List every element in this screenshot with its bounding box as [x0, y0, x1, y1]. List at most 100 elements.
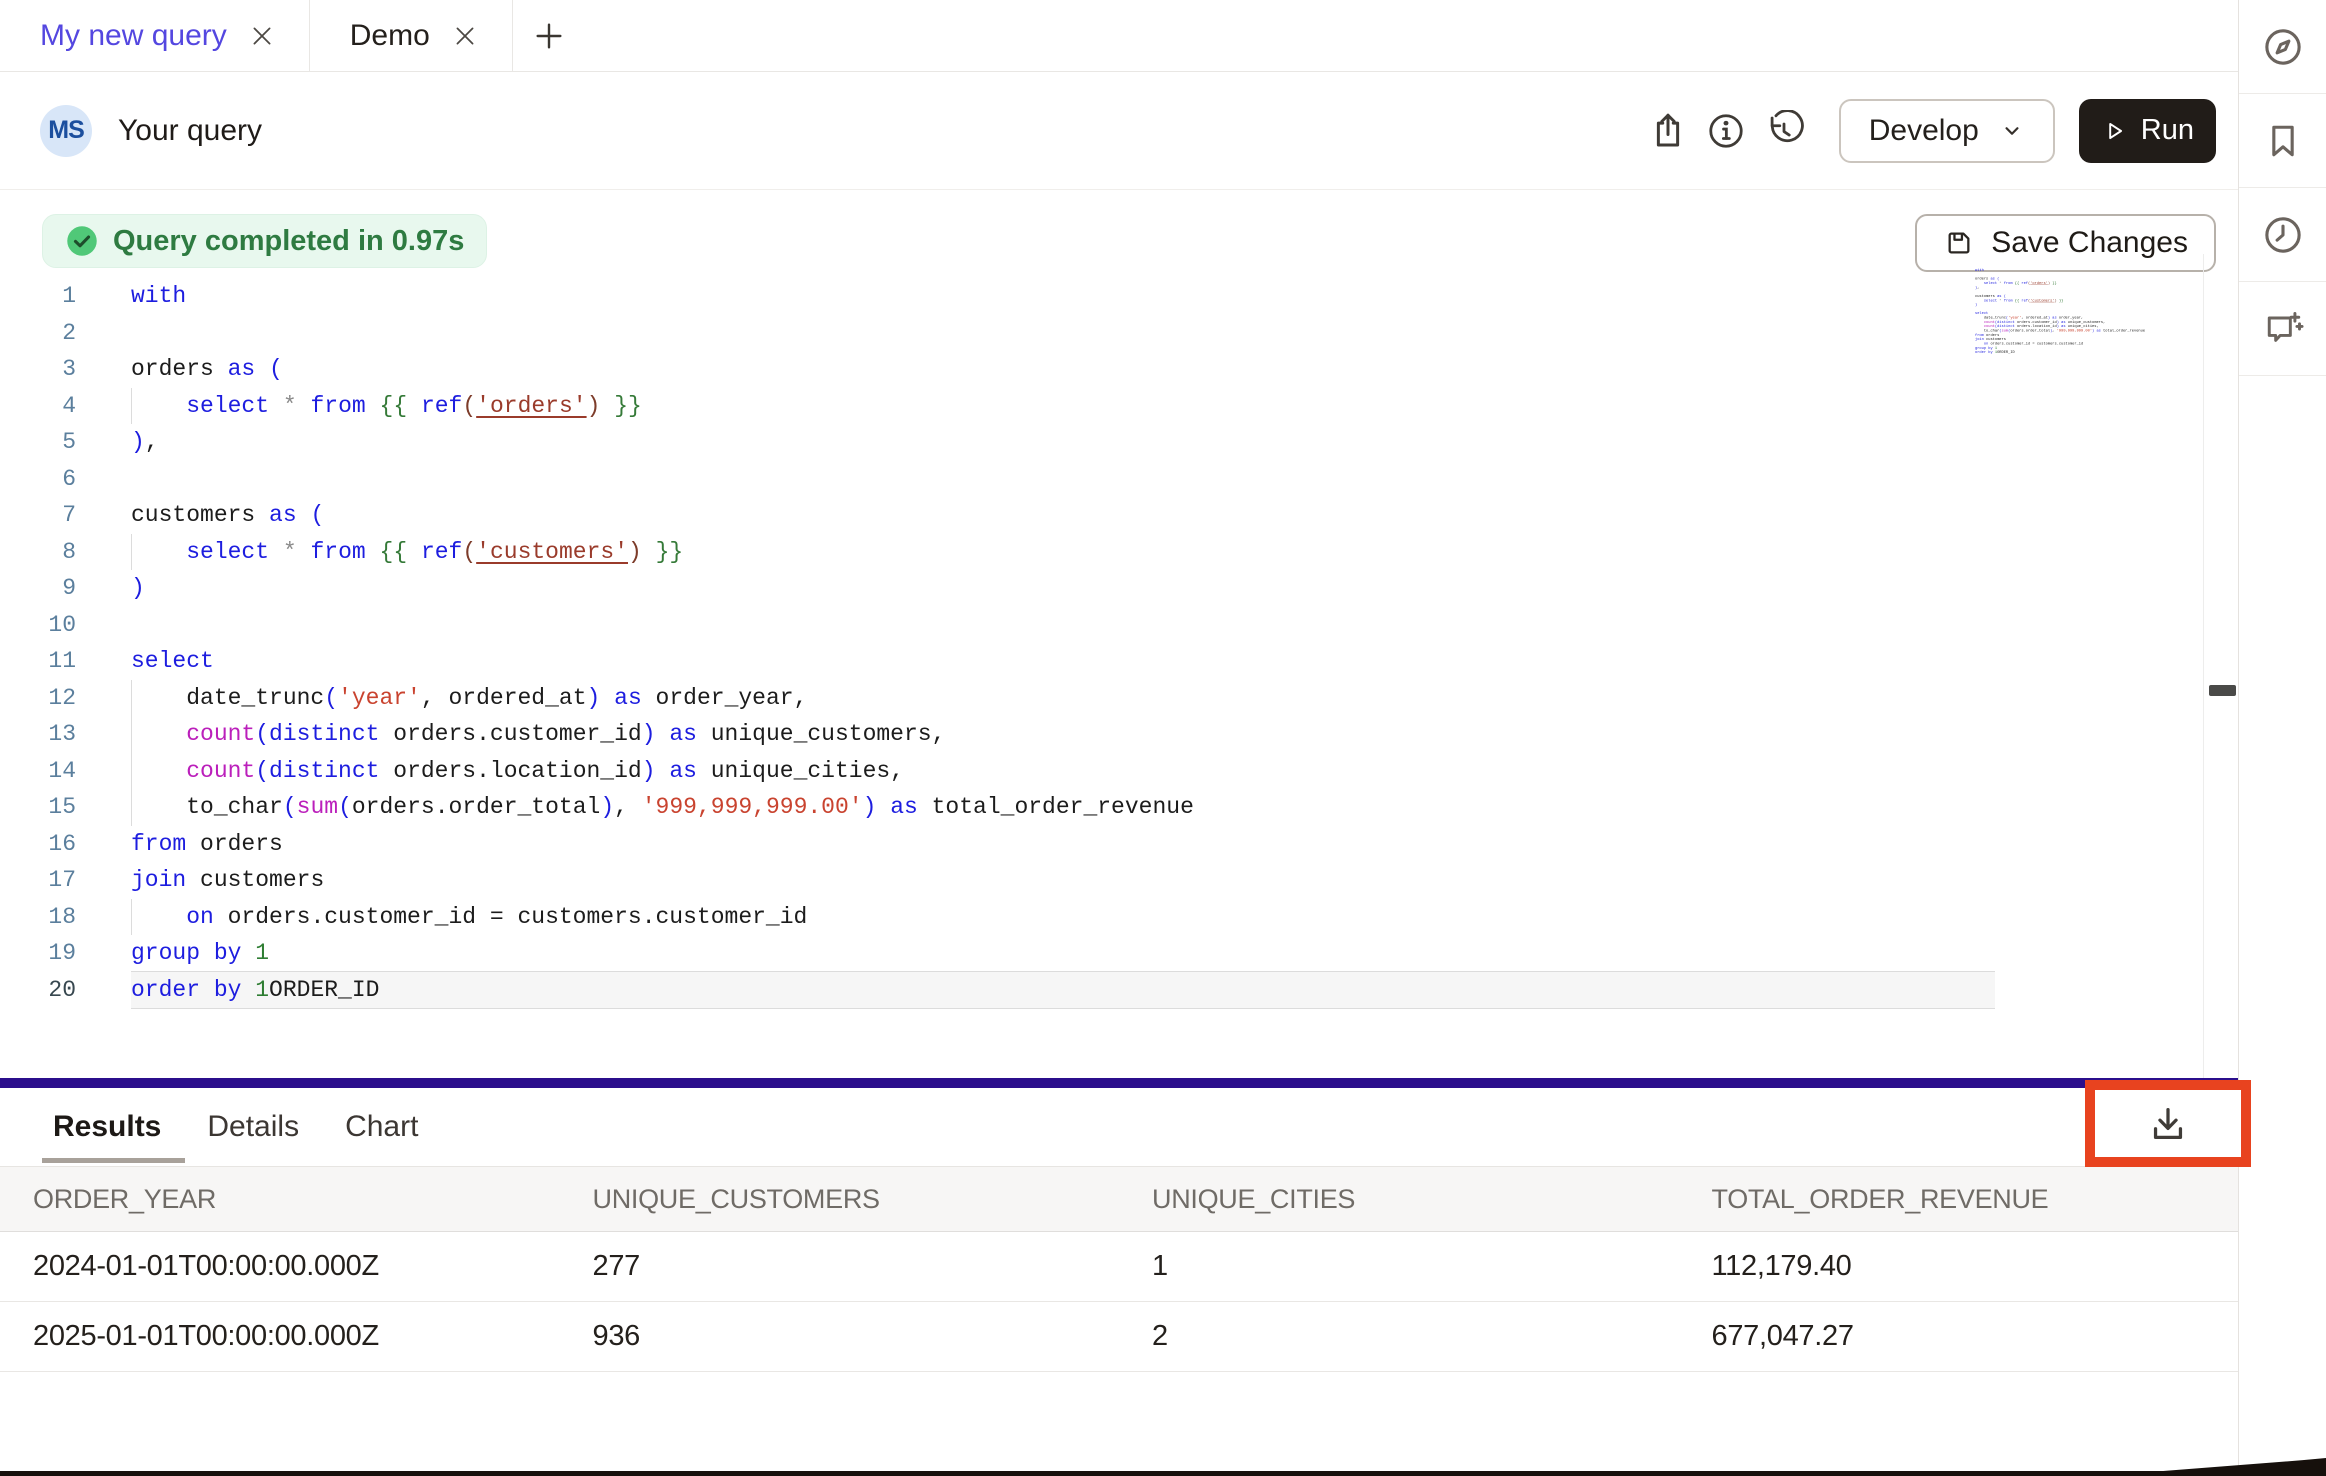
tab-my-new-query[interactable]: My new query — [0, 0, 310, 71]
table-cell: 936 — [560, 1320, 1120, 1353]
line-number: 1 — [0, 278, 76, 315]
column-header[interactable]: ORDER_YEAR — [0, 1184, 560, 1215]
results-table-header: ORDER_YEARUNIQUE_CUSTOMERSUNIQUE_CITIEST… — [0, 1166, 2238, 1232]
editor-minimap[interactable]: with orders as ( select * from {{ ref('o… — [1975, 268, 2147, 372]
code-line-4[interactable]: 4 select * from {{ ref('orders') }} — [0, 388, 2238, 425]
code-text: ) — [131, 570, 1995, 607]
code-text: count(distinct orders.customer_id) as un… — [131, 716, 1995, 753]
code-text — [131, 461, 1995, 498]
line-number: 7 — [0, 497, 76, 534]
tab-label: My new query — [40, 19, 227, 53]
line-number: 19 — [0, 935, 76, 972]
download-annotation-highlight — [2085, 1080, 2251, 1167]
column-header[interactable]: TOTAL_ORDER_REVENUE — [1679, 1184, 2239, 1215]
scrollbar-thumb[interactable] — [2209, 685, 2236, 696]
code-line-3[interactable]: 3orders as ( — [0, 351, 2238, 388]
code-text: customers as ( — [131, 497, 1995, 534]
bookmark-icon[interactable] — [2239, 94, 2326, 188]
right-sidebar — [2238, 0, 2326, 1476]
table-row[interactable]: 2024-01-01T00:00:00.000Z2771112,179.40 — [0, 1232, 2238, 1302]
tab-results[interactable]: Results — [53, 1110, 161, 1144]
code-line-5[interactable]: 5), — [0, 424, 2238, 461]
line-number: 3 — [0, 351, 76, 388]
save-label: Save Changes — [1991, 226, 2188, 260]
status-row: Query completed in 0.97s Save Changes — [0, 190, 2238, 272]
code-line-13[interactable]: 13 count(distinct orders.customer_id) as… — [0, 716, 2238, 753]
code-text: order by 1ORDER_ID — [131, 972, 1995, 1009]
line-number: 12 — [0, 680, 76, 717]
tab-chart[interactable]: Chart — [345, 1110, 418, 1144]
code-line-6[interactable]: 6 — [0, 461, 2238, 498]
code-text: count(distinct orders.location_id) as un… — [131, 753, 1995, 790]
line-number: 4 — [0, 388, 76, 425]
code-text: from orders — [131, 826, 1995, 863]
code-line-8[interactable]: 8 select * from {{ ref('customers') }} — [0, 534, 2238, 571]
table-cell: 677,047.27 — [1679, 1320, 2239, 1353]
code-line-7[interactable]: 7 customers as ( — [0, 497, 2238, 534]
app-window: My new query Demo MS Your query — [0, 0, 2326, 1476]
line-number: 6 — [0, 461, 76, 498]
code-line-14[interactable]: 14 count(distinct orders.location_id) as… — [0, 753, 2238, 790]
history-icon[interactable] — [1755, 102, 1813, 160]
results-tab-bar: Results Details Chart — [0, 1088, 2238, 1166]
table-cell: 112,179.40 — [1679, 1250, 2239, 1283]
code-line-1[interactable]: 1 with — [0, 278, 2238, 315]
column-header[interactable]: UNIQUE_CUSTOMERS — [560, 1184, 1120, 1215]
line-number: 13 — [0, 716, 76, 753]
info-icon[interactable] — [1697, 102, 1755, 160]
code-text: ), — [131, 424, 1995, 461]
close-tab-icon[interactable] — [452, 23, 478, 49]
code-line-19[interactable]: 19 group by 1 — [0, 935, 2238, 972]
sql-editor: Query completed in 0.97s Save Changes 1 w… — [0, 190, 2238, 1078]
chat-sparkles-icon[interactable] — [2239, 282, 2326, 376]
new-tab-button[interactable] — [513, 0, 585, 71]
column-header[interactable]: UNIQUE_CITIES — [1119, 1184, 1679, 1215]
code-text — [131, 315, 1995, 352]
line-number: 18 — [0, 899, 76, 936]
develop-dropdown[interactable]: Develop — [1839, 99, 2055, 163]
code-line-2[interactable]: 2 — [0, 315, 2238, 352]
code-line-20[interactable]: 20order by 1ORDER_ID — [0, 972, 2238, 1009]
results-panel: Results Details Chart ORDER_YEARUNIQUE_C… — [0, 1078, 2238, 1372]
code-text: group by 1 — [131, 935, 1995, 972]
query-status-badge: Query completed in 0.97s — [42, 214, 487, 268]
code-text: select * from {{ ref('orders') }} — [131, 388, 1995, 425]
main-panel: My new query Demo MS Your query — [0, 0, 2238, 1476]
table-cell: 1 — [1119, 1250, 1679, 1283]
table-row[interactable]: 2025-01-01T00:00:00.000Z9362677,047.27 — [0, 1302, 2238, 1372]
save-changes-button[interactable]: Save Changes — [1915, 214, 2216, 272]
code-line-18[interactable]: 18 on orders.customer_id = customers.cus… — [0, 899, 2238, 936]
code-line-10[interactable]: 10 — [0, 607, 2238, 644]
save-icon — [1943, 227, 1975, 259]
share-icon[interactable] — [1639, 102, 1697, 160]
code-text: with — [131, 278, 1995, 315]
table-cell: 2024-01-01T00:00:00.000Z — [0, 1250, 560, 1283]
run-button[interactable]: Run — [2079, 99, 2216, 163]
code-line-12[interactable]: 12 date_trunc('year', ordered_at) as ord… — [0, 680, 2238, 717]
code-line-11[interactable]: 11select — [0, 643, 2238, 680]
chevron-down-icon — [1999, 118, 2025, 144]
code-editor-content[interactable]: 1 with23orders as (4 select * from {{ ref… — [0, 278, 2238, 1008]
code-line-15[interactable]: 15 to_char(sum(orders.order_total), '999… — [0, 789, 2238, 826]
compass-icon[interactable] — [2239, 0, 2326, 94]
line-number: 5 — [0, 424, 76, 461]
code-line-17[interactable]: 17join customers — [0, 862, 2238, 899]
query-header: MS Your query Develop — [0, 72, 2238, 190]
line-number: 8 — [0, 534, 76, 571]
download-icon[interactable] — [2145, 1101, 2191, 1147]
scrollbar-track[interactable] — [2203, 254, 2204, 1078]
code-line-9[interactable]: 9) — [0, 570, 2238, 607]
tab-demo[interactable]: Demo — [310, 0, 513, 71]
page-title: Your query — [118, 114, 262, 148]
code-line-16[interactable]: 16 from orders — [0, 826, 2238, 863]
line-number: 9 — [0, 570, 76, 607]
close-tab-icon[interactable] — [249, 23, 275, 49]
tab-details[interactable]: Details — [207, 1110, 299, 1144]
line-number: 17 — [0, 862, 76, 899]
line-number: 14 — [0, 753, 76, 790]
code-text: select * from {{ ref('customers') }} — [131, 534, 1995, 571]
table-cell: 277 — [560, 1250, 1120, 1283]
line-number: 16 — [0, 826, 76, 863]
clock-icon[interactable] — [2239, 188, 2326, 282]
panel-resize-divider[interactable] — [0, 1078, 2238, 1088]
